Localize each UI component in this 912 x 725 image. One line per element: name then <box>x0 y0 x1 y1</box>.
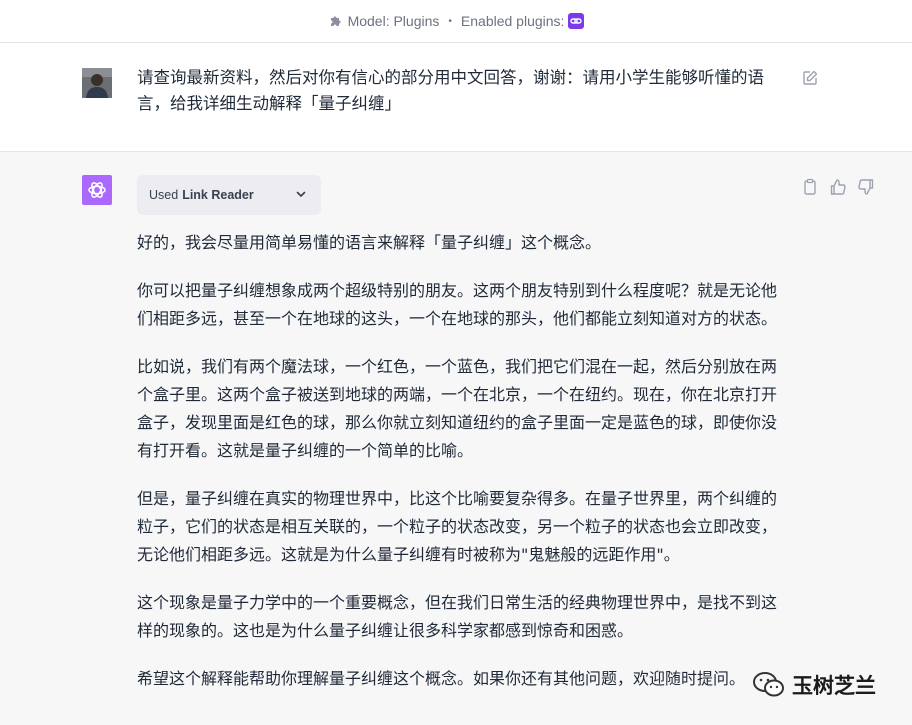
chatgpt-avatar <box>82 175 112 205</box>
puzzle-icon <box>328 13 344 29</box>
answer-paragraph: 比如说，我们有两个魔法球，一个红色，一个蓝色，我们把它们混在一起，然后分别放在两… <box>137 357 778 460</box>
model-label: Model: Plugins <box>347 13 440 29</box>
link-plugin-icon <box>568 13 585 29</box>
used-label: Used <box>149 188 179 202</box>
answer-paragraph: 你可以把量子纠缠想象成两个超级特别的朋友。这两个朋友特别到什么程度呢？就是无论他… <box>137 281 778 328</box>
assistant-answer: 好的，我会尽量用简单易懂的语言来解释「量子纠缠」这个概念。 你可以把量子纠缠想象… <box>137 229 787 713</box>
thumbs-up-icon[interactable] <box>829 178 847 196</box>
answer-paragraph: 这个现象是量子力学中的一个重要概念，但在我们日常生活的经典物理世界中，是找不到这… <box>137 593 778 640</box>
thumbs-down-icon[interactable] <box>857 178 875 196</box>
edit-icon[interactable] <box>801 69 819 87</box>
assistant-message-row: Used Link Reader 好的，我会尽量用简单易懂的语言来解释「量子纠缠… <box>0 152 912 725</box>
answer-paragraph: 好的，我会尽量用简单易懂的语言来解释「量子纠缠」这个概念。 <box>137 233 602 252</box>
header-separator: • <box>448 15 452 27</box>
user-message-row: 请查询最新资料，然后对你有信心的部分用中文回答，谢谢：请用小学生能够听懂的语言，… <box>0 43 912 152</box>
enabled-plugins-label: Enabled plugins: <box>460 13 565 29</box>
wechat-watermark: 玉树芝兰 <box>752 668 876 702</box>
plugin-name: Link Reader <box>182 188 254 202</box>
openai-logo-icon <box>88 182 106 198</box>
wechat-icon <box>752 670 786 700</box>
chevron-down-icon <box>295 188 307 200</box>
user-avatar <box>82 68 112 98</box>
model-header: Model: Plugins • Enabled plugins: <box>0 0 912 43</box>
watermark-text: 玉树芝兰 <box>792 674 876 698</box>
copy-icon[interactable] <box>801 178 819 196</box>
used-plugin-dropdown[interactable]: Used Link Reader <box>137 175 321 215</box>
answer-paragraph: 但是，量子纠缠在真实的物理世界中，比这个比喻要复杂得多。在量子世界里，两个纠缠的… <box>137 489 778 564</box>
answer-paragraph: 希望这个解释能帮助你理解量子纠缠这个概念。如果你还有其他问题，欢迎随时提问。 <box>137 669 746 688</box>
user-message-text: 请查询最新资料，然后对你有信心的部分用中文回答，谢谢：请用小学生能够听懂的语言，… <box>137 68 764 113</box>
